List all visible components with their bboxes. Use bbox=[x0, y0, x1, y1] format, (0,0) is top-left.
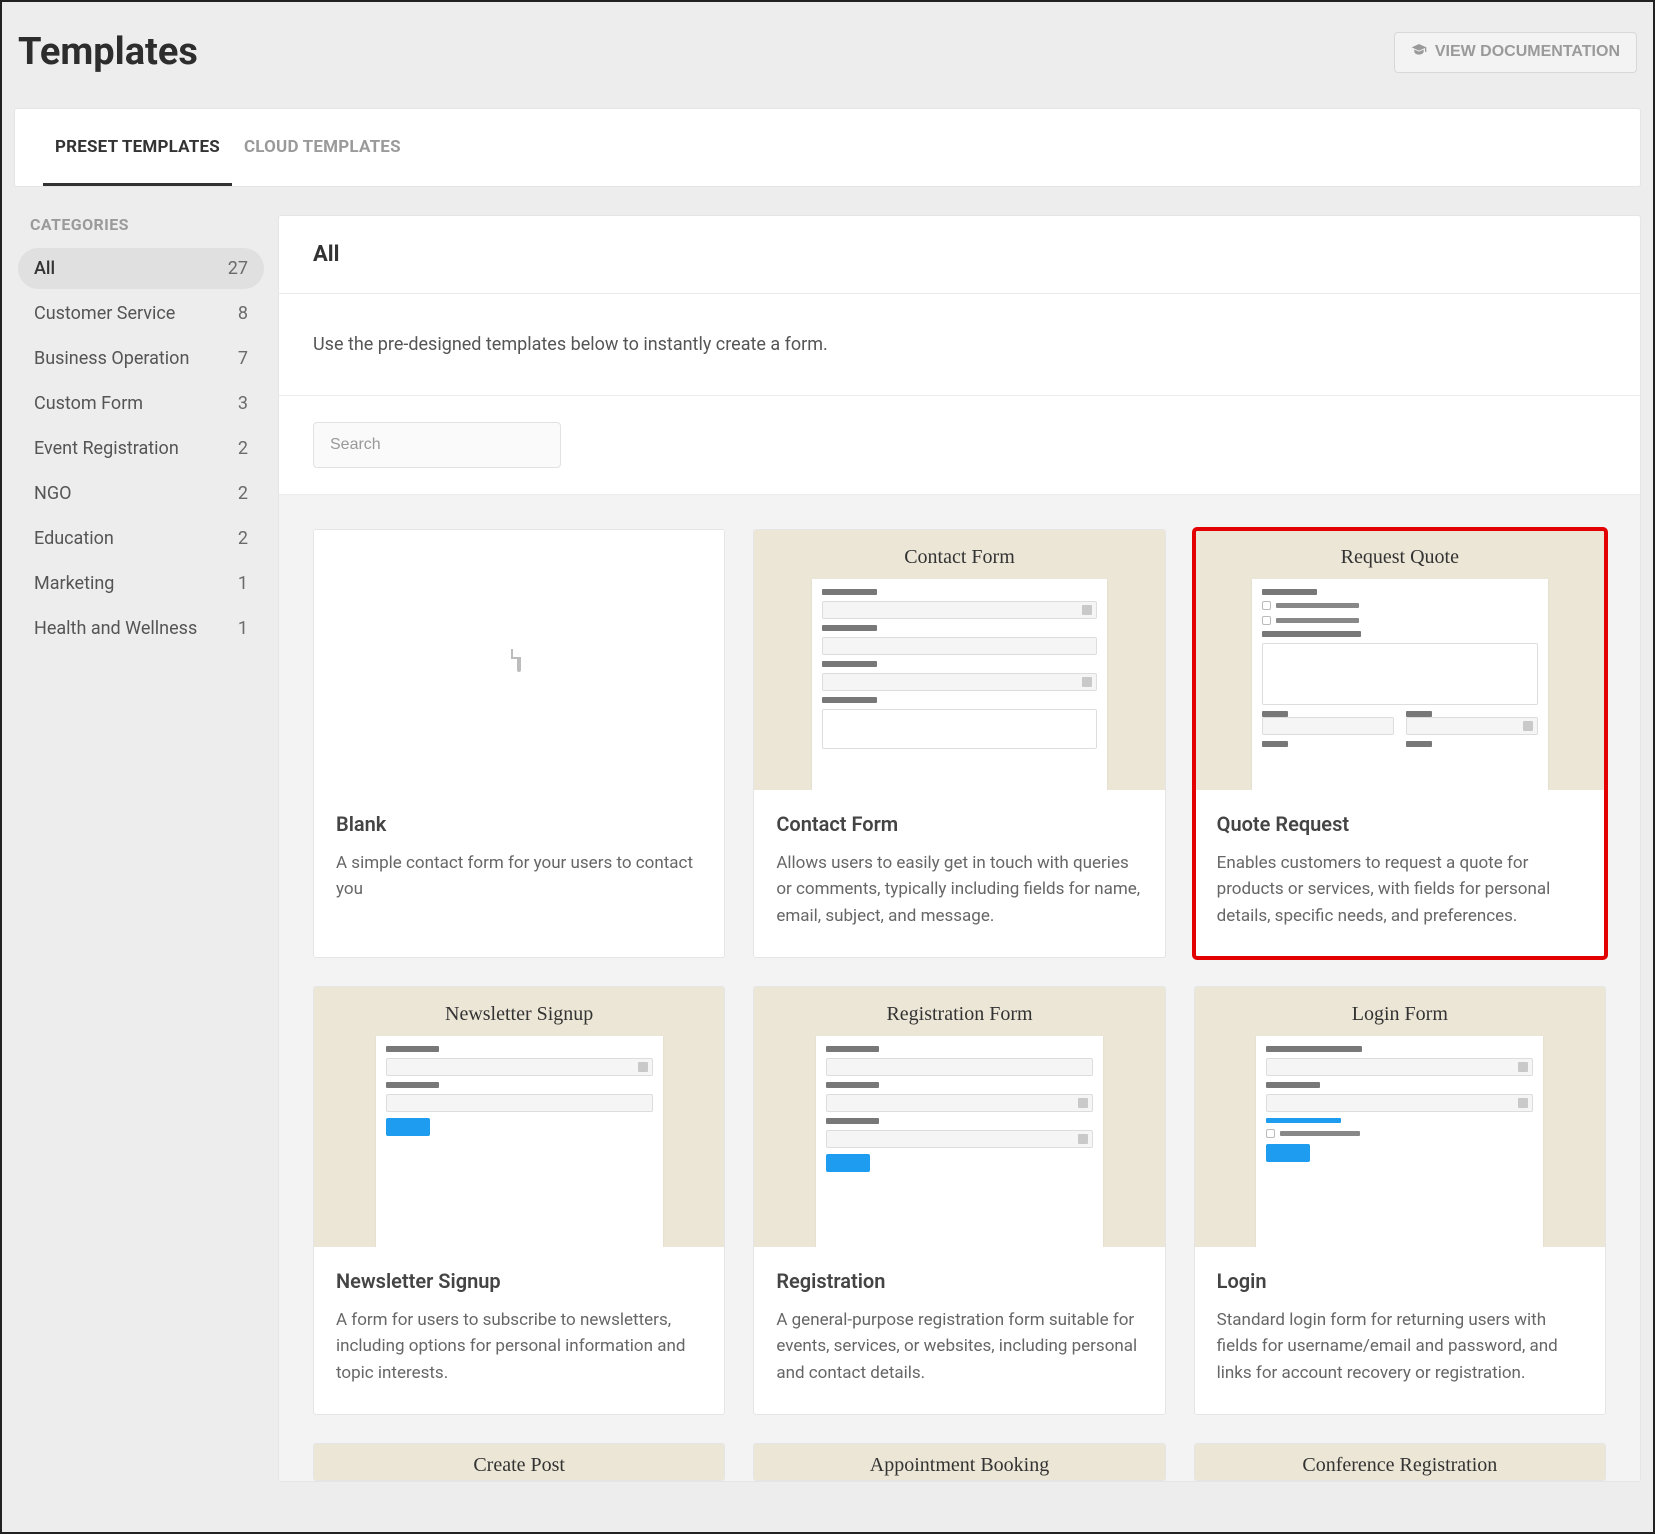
category-label: Marketing bbox=[34, 573, 114, 594]
template-grid-area: Blank A simple contact form for your use… bbox=[279, 495, 1640, 1481]
template-card-conference-registration[interactable]: Conference Registration bbox=[1194, 1443, 1606, 1481]
template-card-quote-request[interactable]: Request Quote bbox=[1194, 529, 1606, 958]
main-subtext: Use the pre-designed templates below to … bbox=[279, 294, 1640, 396]
search-input[interactable] bbox=[313, 422, 561, 468]
card-title: Quote Request bbox=[1217, 812, 1583, 836]
category-label: NGO bbox=[34, 483, 72, 504]
search-wrap bbox=[279, 396, 1640, 495]
category-ngo[interactable]: NGO 2 bbox=[18, 473, 264, 514]
card-desc: A simple contact form for your users to … bbox=[336, 850, 702, 903]
sidebar: CATEGORIES All27 Customer Service8 Busin… bbox=[14, 215, 264, 1482]
main-panel: All Use the pre-designed templates below… bbox=[278, 215, 1641, 1482]
page-header: Templates VIEW DOCUMENTATION bbox=[14, 16, 1641, 108]
template-card-create-post[interactable]: Create Post bbox=[313, 1443, 725, 1481]
card-body: Blank A simple contact form for your use… bbox=[314, 790, 724, 931]
template-thumb: Contact Form bbox=[754, 530, 1164, 790]
category-marketing[interactable]: Marketing 1 bbox=[18, 563, 264, 604]
card-body: Newsletter Signup A form for users to su… bbox=[314, 1247, 724, 1414]
category-label: Business Operation bbox=[34, 348, 189, 369]
category-list: All27 Customer Service8 Business Operati… bbox=[18, 248, 264, 649]
card-title: Registration bbox=[776, 1269, 1142, 1293]
template-card-appointment-booking[interactable]: Appointment Booking bbox=[753, 1443, 1165, 1481]
category-event-registration[interactable]: Event Registration 2 bbox=[18, 428, 264, 469]
form-mock bbox=[812, 579, 1107, 790]
category-count: 1 bbox=[238, 573, 248, 594]
category-customer-service[interactable]: Customer Service 8 bbox=[18, 293, 264, 334]
form-mock bbox=[1256, 1036, 1543, 1247]
view-documentation-label: VIEW DOCUMENTATION bbox=[1435, 43, 1620, 61]
thumb-title: Request Quote bbox=[1341, 546, 1459, 569]
category-all[interactable]: All 27 bbox=[18, 248, 264, 289]
template-card-login[interactable]: Login Form Login Standard login bbox=[1194, 986, 1606, 1415]
tabs: PRESET TEMPLATES CLOUD TEMPLATES bbox=[15, 109, 1640, 186]
thumb-title: Conference Registration bbox=[1302, 1454, 1497, 1477]
template-card-blank[interactable]: Blank A simple contact form for your use… bbox=[313, 529, 725, 958]
card-title: Blank bbox=[336, 812, 702, 836]
template-thumb: Appointment Booking bbox=[754, 1444, 1164, 1481]
thumb-title: Contact Form bbox=[904, 546, 1015, 569]
tab-cloud-templates[interactable]: CLOUD TEMPLATES bbox=[232, 109, 413, 186]
thumb-title: Create Post bbox=[473, 1454, 565, 1477]
template-thumb bbox=[314, 530, 724, 790]
category-custom-form[interactable]: Custom Form 3 bbox=[18, 383, 264, 424]
card-desc: A form for users to subscribe to newslet… bbox=[336, 1307, 702, 1386]
thumb-title: Newsletter Signup bbox=[445, 1003, 593, 1026]
thumb-title: Appointment Booking bbox=[870, 1454, 1049, 1477]
page-title: Templates bbox=[18, 30, 198, 74]
category-count: 27 bbox=[228, 258, 248, 279]
form-mock bbox=[376, 1036, 663, 1247]
categories-heading: CATEGORIES bbox=[18, 215, 264, 234]
card-desc: Enables customers to request a quote for… bbox=[1217, 850, 1583, 929]
template-card-registration[interactable]: Registration Form Registration A general… bbox=[753, 986, 1165, 1415]
category-label: Education bbox=[34, 528, 114, 549]
form-mock bbox=[816, 1036, 1103, 1247]
category-count: 8 bbox=[238, 303, 248, 324]
card-body: Registration A general-purpose registrat… bbox=[754, 1247, 1164, 1414]
category-count: 2 bbox=[238, 528, 248, 549]
card-body: Login Standard login form for returning … bbox=[1195, 1247, 1605, 1414]
card-body: Quote Request Enables customers to reque… bbox=[1195, 790, 1605, 957]
main-heading: All bbox=[279, 216, 1640, 294]
document-icon bbox=[517, 651, 521, 670]
template-card-newsletter-signup[interactable]: Newsletter Signup Newsletter Signup A fo… bbox=[313, 986, 725, 1415]
category-business-operation[interactable]: Business Operation 7 bbox=[18, 338, 264, 379]
category-count: 3 bbox=[238, 393, 248, 414]
card-desc: A general-purpose registration form suit… bbox=[776, 1307, 1142, 1386]
card-title: Newsletter Signup bbox=[336, 1269, 702, 1293]
category-label: Event Registration bbox=[34, 438, 179, 459]
thumb-title: Login Form bbox=[1352, 1003, 1448, 1026]
card-desc: Standard login form for returning users … bbox=[1217, 1307, 1583, 1386]
graduation-cap-icon bbox=[1411, 42, 1427, 63]
template-thumb: Conference Registration bbox=[1195, 1444, 1605, 1481]
template-thumb: Request Quote bbox=[1195, 530, 1605, 790]
category-count: 7 bbox=[238, 348, 248, 369]
view-documentation-button[interactable]: VIEW DOCUMENTATION bbox=[1394, 32, 1637, 73]
template-thumb: Login Form bbox=[1195, 987, 1605, 1247]
card-body: Contact Form Allows users to easily get … bbox=[754, 790, 1164, 957]
card-title: Contact Form bbox=[776, 812, 1142, 836]
category-label: Custom Form bbox=[34, 393, 143, 414]
template-thumb: Create Post bbox=[314, 1444, 724, 1481]
template-card-contact-form[interactable]: Contact Form Contact Form Allows users t… bbox=[753, 529, 1165, 958]
category-education[interactable]: Education 2 bbox=[18, 518, 264, 559]
tabs-card: PRESET TEMPLATES CLOUD TEMPLATES bbox=[14, 108, 1641, 187]
category-count: 2 bbox=[238, 483, 248, 504]
category-count: 2 bbox=[238, 438, 248, 459]
tab-preset-templates[interactable]: PRESET TEMPLATES bbox=[43, 109, 232, 186]
template-thumb: Newsletter Signup bbox=[314, 987, 724, 1247]
template-thumb: Registration Form bbox=[754, 987, 1164, 1247]
card-title: Login bbox=[1217, 1269, 1583, 1293]
thumb-title: Registration Form bbox=[886, 1003, 1032, 1026]
category-health-and-wellness[interactable]: Health and Wellness 1 bbox=[18, 608, 264, 649]
template-grid: Blank A simple contact form for your use… bbox=[313, 529, 1606, 1481]
category-label: All bbox=[34, 258, 55, 279]
form-mock bbox=[1252, 579, 1547, 790]
category-count: 1 bbox=[238, 618, 248, 639]
category-label: Health and Wellness bbox=[34, 618, 197, 639]
card-desc: Allows users to easily get in touch with… bbox=[776, 850, 1142, 929]
category-label: Customer Service bbox=[34, 303, 175, 324]
